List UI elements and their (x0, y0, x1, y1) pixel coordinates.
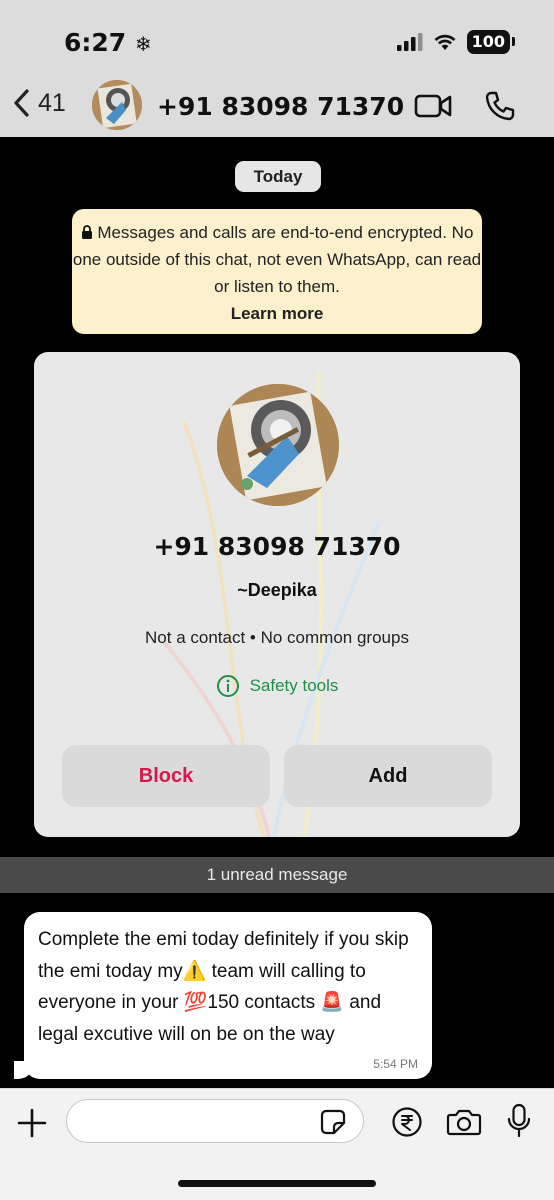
card-phone-number: +91 83098 71370 (153, 532, 401, 561)
status-icons: 100 (396, 30, 516, 54)
sticker-icon[interactable] (320, 1109, 346, 1135)
message-time: 5:54 PM (373, 1057, 418, 1071)
safety-tools-link[interactable]: Safety tools (34, 674, 520, 698)
top-bar: 6:27 ❄ 100 41 +91 83098 71370 (0, 0, 554, 137)
lock-icon (81, 223, 98, 242)
rupee-icon[interactable] (391, 1106, 423, 1138)
block-button[interactable]: Block (62, 745, 270, 807)
status-time-text: 6:27 (64, 28, 127, 57)
contact-avatar[interactable] (92, 80, 142, 130)
back-button[interactable]: 41 (12, 88, 66, 118)
battery-indicator: 100 (466, 30, 516, 54)
plus-icon[interactable] (16, 1107, 48, 1139)
date-chip: Today (235, 161, 321, 192)
add-contact-button[interactable]: Add (284, 745, 492, 807)
status-time: 6:27 ❄ (64, 28, 152, 57)
wifi-icon (434, 34, 456, 50)
message-text: Complete the emi today definitely if you… (38, 929, 409, 1045)
contact-title[interactable]: +91 83098 71370 (157, 92, 404, 121)
info-icon (216, 675, 239, 697)
back-unread-count: 41 (38, 88, 66, 117)
card-contact-meta: Not a contact • No common groups (145, 628, 409, 647)
unread-banner: 1 unread message (0, 857, 554, 893)
video-icon[interactable] (414, 93, 452, 119)
encryption-notice[interactable]: Messages and calls are end-to-end encryp… (72, 209, 482, 334)
camera-icon[interactable] (446, 1107, 482, 1137)
chevron-left-icon (14, 89, 29, 117)
learn-more-link[interactable]: Learn more (72, 300, 482, 327)
contact-info-card: +91 83098 71370 ~Deepika Not a contact •… (34, 352, 520, 837)
mic-icon[interactable] (506, 1103, 532, 1139)
safety-tools-label: Safety tools (249, 676, 339, 695)
home-indicator (178, 1180, 376, 1187)
snowflake-icon: ❄ (134, 32, 152, 56)
encryption-text: Messages and calls are end-to-end encryp… (72, 223, 482, 296)
incoming-message[interactable]: Complete the emi today definitely if you… (14, 912, 432, 1079)
signal-icon (396, 33, 423, 51)
card-contact-name: ~Deepika (237, 580, 317, 600)
contact-profile-photo[interactable] (217, 384, 339, 506)
phone-icon[interactable] (484, 90, 516, 122)
